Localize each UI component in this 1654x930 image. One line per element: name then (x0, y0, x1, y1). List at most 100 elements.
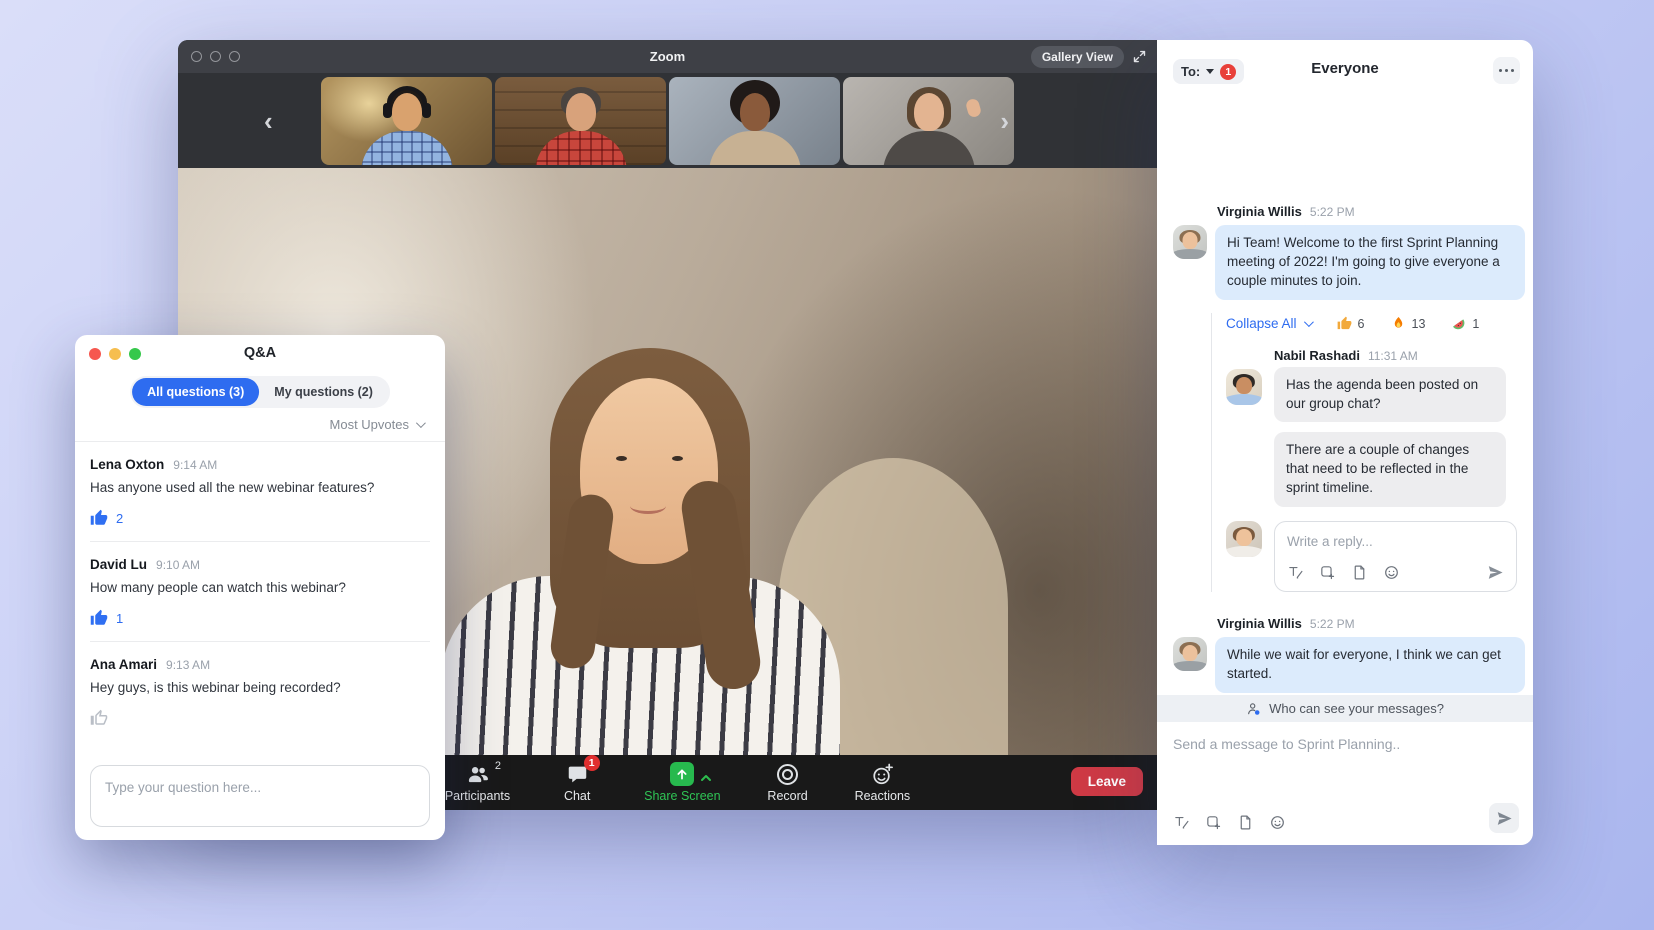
message-thread: Collapse All 6 13 1 (1211, 313, 1517, 592)
tab-my-questions[interactable]: My questions (2) (259, 378, 388, 406)
share-screen-icon (670, 762, 694, 786)
reactions-label: Reactions (855, 789, 911, 803)
question-input[interactable] (105, 780, 415, 795)
qa-header: Q&A All questions (3) My questions (2) M… (75, 335, 445, 441)
avatar (1226, 521, 1262, 557)
chat-message: Virginia Willis 5:22 PM Hi Team! Welcome… (1173, 204, 1517, 300)
attach-file-icon[interactable] (1237, 814, 1254, 831)
leave-button[interactable]: Leave (1071, 767, 1143, 796)
participant-video-thumbnail[interactable] (669, 77, 840, 165)
collapse-all-button[interactable]: Collapse All (1226, 316, 1311, 331)
speaker-figure (630, 498, 666, 514)
send-reply-icon[interactable] (1487, 564, 1504, 581)
filmstrip-thumbnails (321, 77, 1014, 165)
screen-capture-icon[interactable] (1205, 814, 1222, 831)
headphones-figure (383, 103, 392, 118)
share-screen-icon (670, 762, 694, 786)
person-figure (535, 131, 627, 165)
share-options-caret-icon[interactable] (700, 769, 712, 787)
person-visibility-icon (1246, 701, 1262, 717)
composer-toolbar (1173, 814, 1473, 831)
attach-file-icon[interactable] (1351, 564, 1368, 581)
person-figure (1183, 232, 1198, 248)
reactions-icon (871, 762, 894, 786)
person-figure (1183, 645, 1198, 661)
message-time: 5:22 PM (1310, 617, 1355, 631)
chat-unread-badge: 1 (584, 755, 600, 771)
question-meta: Ana Amari 9:13 AM (90, 657, 430, 672)
message-meta: Nabil Rashadi 11:31 AM (1226, 348, 1517, 363)
tab-all-questions[interactable]: All questions (3) (132, 378, 259, 406)
reactions-button[interactable]: Reactions (855, 762, 911, 803)
message-input[interactable] (1173, 736, 1517, 752)
chat-message: Virginia Willis 5:22 PM While we wait fo… (1173, 616, 1517, 693)
format-text-icon[interactable] (1173, 814, 1190, 831)
message-meta: Virginia Willis 5:22 PM (1215, 204, 1517, 219)
chat-icon: 1 (567, 762, 588, 786)
question-input-box (90, 765, 430, 827)
zoom-titlebar: Zoom Gallery View (178, 40, 1157, 73)
person-figure (709, 131, 801, 165)
desktop-background: Zoom Gallery View ‹ (0, 0, 1654, 930)
participant-video-thumbnail[interactable] (495, 77, 666, 165)
collapse-all-label: Collapse All (1226, 316, 1297, 331)
emoji-icon[interactable] (1383, 564, 1400, 581)
question-author: Ana Amari (90, 657, 157, 672)
question-meta: Lena Oxton 9:14 AM (90, 457, 430, 472)
send-message-button[interactable] (1489, 803, 1519, 833)
share-screen-button[interactable]: Share Screen (644, 762, 720, 803)
filmstrip-next-button[interactable]: › (1000, 108, 1009, 134)
participants-filmstrip: ‹ (178, 73, 1157, 168)
participants-label: Participants (445, 789, 510, 803)
participant-video-thumbnail[interactable] (843, 77, 1014, 165)
person-figure (883, 131, 975, 165)
message-privacy-link[interactable]: Who can see your messages? (1157, 695, 1533, 722)
reply-toolbar (1287, 564, 1504, 581)
message-meta: Virginia Willis 5:22 PM (1215, 616, 1517, 631)
record-label: Record (767, 789, 807, 803)
screen-capture-icon[interactable] (1319, 564, 1336, 581)
upvote-button[interactable] (90, 709, 430, 727)
person-figure (1173, 661, 1207, 671)
more-options-button[interactable] (1493, 57, 1520, 84)
speaker-figure (616, 456, 627, 461)
participant-video-thumbnail[interactable] (321, 77, 492, 165)
upvote-button[interactable]: 1 (90, 609, 430, 627)
gallery-view-button[interactable]: Gallery View (1031, 46, 1124, 68)
record-button[interactable]: Record (761, 762, 815, 803)
sender-name: Virginia Willis (1217, 616, 1302, 631)
sort-dropdown[interactable]: Most Upvotes (330, 417, 423, 432)
avatar (1226, 369, 1262, 405)
format-text-icon[interactable] (1287, 564, 1304, 581)
thumbs-up-reaction[interactable]: 6 (1337, 316, 1365, 331)
question-item: David Lu 9:10 AM How many people can wat… (90, 542, 430, 642)
upvote-button[interactable]: 2 (90, 509, 430, 527)
question-meta: David Lu 9:10 AM (90, 557, 430, 572)
participants-icon: 2 (466, 762, 489, 786)
share-screen-label: Share Screen (644, 789, 720, 803)
reply-input[interactable] (1287, 534, 1504, 549)
question-author: David Lu (90, 557, 147, 572)
question-time: 9:10 AM (156, 558, 200, 572)
reaction-count: 13 (1412, 317, 1426, 331)
watermelon-reaction[interactable]: 1 (1451, 316, 1479, 331)
emoji-icon[interactable] (1269, 814, 1286, 831)
thread-controls: Collapse All 6 13 1 (1226, 313, 1517, 335)
headphones-figure (387, 86, 427, 106)
person-figure (1236, 529, 1252, 546)
message-bubble: There are a couple of changes that need … (1274, 432, 1506, 507)
filmstrip-prev-button[interactable]: ‹ (264, 108, 273, 134)
question-text: How many people can watch this webinar? (90, 580, 430, 595)
sort-label: Most Upvotes (330, 417, 409, 432)
person-figure (740, 93, 770, 131)
sender-name: Nabil Rashadi (1274, 348, 1360, 363)
chevron-down-icon (416, 418, 426, 428)
upvote-count: 2 (116, 511, 123, 526)
fullscreen-expand-icon[interactable] (1132, 49, 1147, 64)
chat-button[interactable]: 1 Chat (550, 762, 604, 803)
fire-reaction[interactable]: 13 (1391, 316, 1426, 331)
privacy-note: Who can see your messages? (1269, 701, 1444, 716)
waving-hand-figure (965, 97, 982, 118)
reaction-count: 6 (1358, 317, 1365, 331)
participants-button[interactable]: 2 Participants (445, 762, 510, 803)
